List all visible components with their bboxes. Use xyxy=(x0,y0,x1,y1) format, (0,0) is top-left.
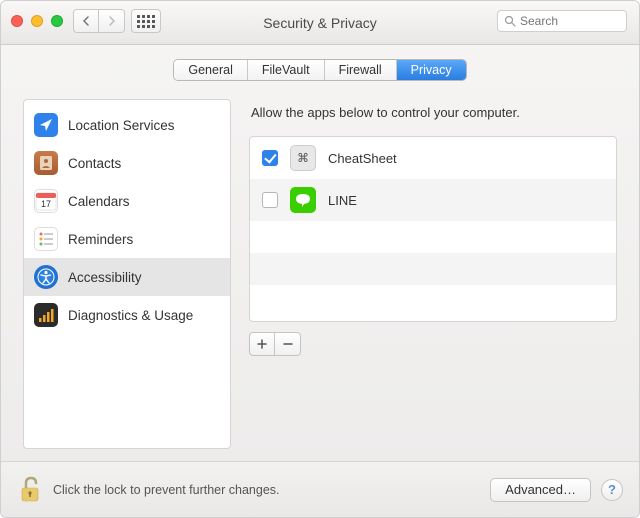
sidebar-item-label: Diagnostics & Usage xyxy=(68,308,193,323)
tab-privacy[interactable]: Privacy xyxy=(397,60,466,80)
sidebar-item-label: Calendars xyxy=(68,194,130,209)
line-icon xyxy=(290,187,316,213)
accessibility-icon xyxy=(34,265,58,289)
sidebar-item-contacts[interactable]: Contacts xyxy=(24,144,230,182)
preferences-window: Security & Privacy General FileVault Fir… xyxy=(0,0,640,518)
sidebar-item-accessibility[interactable]: Accessibility xyxy=(24,258,230,296)
location-icon xyxy=(34,113,58,137)
tab-general[interactable]: General xyxy=(174,60,247,80)
search-input[interactable] xyxy=(520,14,620,28)
privacy-sidebar: Location Services Contacts 17 Calendars … xyxy=(23,99,231,449)
app-row: LINE xyxy=(250,179,616,221)
app-row-empty xyxy=(250,221,616,253)
app-row-empty xyxy=(250,253,616,285)
tabs-row: General FileVault Firewall Privacy xyxy=(1,45,639,91)
reminders-icon xyxy=(34,227,58,251)
titlebar: Security & Privacy xyxy=(1,1,639,45)
advanced-button[interactable]: Advanced… xyxy=(490,478,591,502)
minimize-window-button[interactable] xyxy=(31,15,43,27)
minus-icon xyxy=(283,339,293,349)
diagnostics-icon xyxy=(34,303,58,327)
sidebar-item-location-services[interactable]: Location Services xyxy=(24,106,230,144)
zoom-window-button[interactable] xyxy=(51,15,63,27)
app-name: CheatSheet xyxy=(328,151,397,166)
app-row-empty xyxy=(250,285,616,317)
sidebar-item-diagnostics[interactable]: Diagnostics & Usage xyxy=(24,296,230,334)
toolbar-nav xyxy=(73,9,161,33)
cheatsheet-icon: ⌘ xyxy=(290,145,316,171)
close-window-button[interactable] xyxy=(11,15,23,27)
sidebar-item-label: Contacts xyxy=(68,156,121,171)
right-pane: Allow the apps below to control your com… xyxy=(249,99,617,449)
tabs-group: General FileVault Firewall Privacy xyxy=(173,59,466,81)
svg-text:17: 17 xyxy=(41,199,51,209)
app-checkbox[interactable] xyxy=(262,192,278,208)
app-checkbox[interactable] xyxy=(262,150,278,166)
chevron-left-icon xyxy=(82,16,90,26)
show-all-button[interactable] xyxy=(131,9,161,33)
svg-text:⌘: ⌘ xyxy=(297,151,309,165)
app-name: LINE xyxy=(328,193,357,208)
contacts-icon xyxy=(34,151,58,175)
forward-button[interactable] xyxy=(99,9,125,33)
lock-button[interactable] xyxy=(17,475,43,505)
search-field[interactable] xyxy=(497,10,627,32)
app-list: ⌘ CheatSheet LINE xyxy=(249,136,617,322)
help-icon: ? xyxy=(608,482,616,497)
calendar-icon: 17 xyxy=(34,189,58,213)
footer: Click the lock to prevent further change… xyxy=(1,461,639,517)
sidebar-item-calendars[interactable]: 17 Calendars xyxy=(24,182,230,220)
search-icon xyxy=(504,15,516,27)
sidebar-item-label: Accessibility xyxy=(68,270,142,285)
grid-icon xyxy=(137,15,155,28)
remove-button[interactable] xyxy=(275,332,301,356)
window-controls xyxy=(11,15,63,27)
app-row: ⌘ CheatSheet xyxy=(250,137,616,179)
sidebar-item-reminders[interactable]: Reminders xyxy=(24,220,230,258)
tab-firewall[interactable]: Firewall xyxy=(325,60,397,80)
plus-icon xyxy=(257,339,267,349)
sidebar-item-label: Reminders xyxy=(68,232,133,247)
chevron-right-icon xyxy=(108,16,116,26)
content-area: Location Services Contacts 17 Calendars … xyxy=(1,91,639,461)
back-button[interactable] xyxy=(73,9,99,33)
add-button[interactable] xyxy=(249,332,275,356)
sidebar-item-label: Location Services xyxy=(68,118,175,133)
tab-filevault[interactable]: FileVault xyxy=(248,60,325,80)
instruction-text: Allow the apps below to control your com… xyxy=(249,99,617,136)
add-remove-group xyxy=(249,332,617,356)
help-button[interactable]: ? xyxy=(601,479,623,501)
lock-text: Click the lock to prevent further change… xyxy=(53,483,480,497)
lock-open-icon xyxy=(17,475,43,505)
